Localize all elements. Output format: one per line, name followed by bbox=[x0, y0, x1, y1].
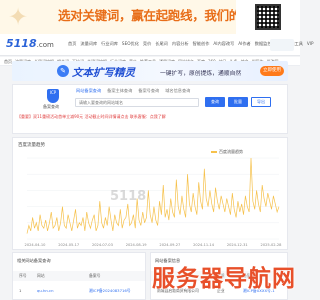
x-tick-label: 2024-11-14 bbox=[193, 243, 215, 247]
site-header: 5118.com 首页 流量词库 行业词库 SEO优化 竞价 长尾词 内容分析 智能创作 AI内… bbox=[0, 34, 314, 56]
chart-watermark: 5118 bbox=[110, 189, 147, 204]
search-card: ICP 备案查询 网站备案查询备案主体查询备案号查询域名信息查询 查询 批量 导… bbox=[12, 84, 288, 134]
site-watermark: 服务器导航网 bbox=[130, 259, 300, 300]
col-header: 网站 bbox=[37, 273, 45, 278]
promo-banner[interactable]: ✎ 文本扩写精灵 一键扩写，原创提炼，通顺自然 立即使用 bbox=[12, 61, 288, 81]
top-nav-item[interactable]: AI内容改写 bbox=[213, 41, 234, 47]
icp-caption: 备案查询 bbox=[43, 104, 59, 109]
top-nav-item[interactable]: 流量词库 bbox=[80, 41, 97, 47]
domain-search-input[interactable] bbox=[75, 98, 199, 107]
top-nav-item[interactable]: 长尾词 bbox=[155, 41, 168, 47]
search-tab[interactable]: 备案号查询 bbox=[138, 88, 159, 94]
top-nav-item[interactable]: 首页 bbox=[68, 41, 76, 47]
site-logo[interactable]: 5118.com bbox=[6, 37, 54, 50]
query-button[interactable]: 查询 bbox=[205, 97, 225, 107]
legend-label: 百度流量趋势 bbox=[219, 149, 243, 154]
search-tabs: 网站备案查询 备案主体查询 备案号查询 域名信息查询 bbox=[76, 88, 190, 94]
related-sites-title: 相关网站备案查询 bbox=[17, 258, 51, 263]
table-row[interactable]: 1 qu.hn.cn 湘ICP备2024083716号 bbox=[13, 286, 145, 296]
related-sites-card: 相关网站备案查询 序号 网站 备案号 1 qu.hn.cn 湘ICP备20240… bbox=[12, 252, 146, 300]
top-nav-item[interactable]: VIP bbox=[307, 41, 314, 47]
top-nav-item[interactable]: 行业词库 bbox=[101, 41, 118, 47]
traffic-chart-card: 2024-04-10 2024-05-17 2024-07-03 2024-08-19… bbox=[12, 137, 288, 250]
top-nav-item[interactable]: 数据监控 bbox=[255, 41, 272, 47]
top-nav-item[interactable]: 内容分析 bbox=[172, 41, 189, 47]
x-tick-label: 2024-04-10 bbox=[25, 243, 47, 247]
top-nav-item[interactable]: 竞价 bbox=[143, 41, 151, 47]
x-tick-label: 2024-08-19 bbox=[126, 243, 148, 247]
x-tick-label: 2024-07-03 bbox=[92, 243, 113, 247]
x-tick-label: 2024-05-17 bbox=[58, 243, 79, 247]
watermark-text: 服务器导航网 bbox=[152, 266, 296, 292]
qr-code-icon bbox=[255, 4, 281, 30]
export-button[interactable]: 导出 bbox=[251, 97, 271, 107]
tool-nav-item[interactable]: 首页 bbox=[4, 59, 12, 65]
user-avatar[interactable] bbox=[270, 39, 294, 51]
table-header: 序号 网站 备案号 bbox=[13, 271, 145, 281]
table-cell: 1 bbox=[19, 288, 22, 293]
top-nav-item[interactable]: AI作者 bbox=[238, 41, 250, 47]
col-header: 序号 bbox=[19, 273, 27, 278]
icp-badge-icon: ICP bbox=[47, 89, 59, 103]
batch-button[interactable]: 批量 bbox=[228, 97, 248, 107]
x-tick-label: 2024-09-27 bbox=[159, 243, 180, 247]
table-cell[interactable]: 湘ICP备2024083716号 bbox=[89, 286, 131, 296]
promo-subtitle: 一键扩写，原创提炼，通顺自然 bbox=[160, 71, 242, 77]
series-line[interactable] bbox=[26, 157, 280, 234]
site-link[interactable]: qu.hn.cn bbox=[37, 286, 54, 296]
promo-notice[interactable]: 【重要】双11重磅活动首单立减90元 活动截止时间详情请点击 联系客服：点我了解 bbox=[17, 114, 166, 120]
banner-qr-area[interactable] bbox=[236, 0, 300, 34]
top-nav-item[interactable]: SEO优化 bbox=[122, 41, 139, 47]
search-tab[interactable]: 域名信息查询 bbox=[165, 88, 190, 94]
traffic-chart: 2024-04-10 2024-05-17 2024-07-03 2024-08-19… bbox=[25, 157, 283, 247]
top-banner[interactable]: ✦ 选对关键词，赢在起跑线，我们的工具助你轻松实现! bbox=[0, 0, 300, 34]
promo-title: 文本扩写精灵 bbox=[72, 67, 135, 79]
x-tick-label: 2024-12-31 bbox=[227, 243, 248, 247]
banner-decoration-icon: ✦ bbox=[8, 3, 29, 31]
search-tab[interactable]: 网站备案查询 bbox=[76, 88, 101, 94]
top-nav-item[interactable]: 智能创作 bbox=[193, 41, 210, 47]
col-header: 备案号 bbox=[89, 273, 101, 278]
x-tick-label: 2025-02-28 bbox=[261, 243, 283, 247]
promo-use-button[interactable]: 立即使用 bbox=[260, 66, 284, 76]
writing-icon: ✎ bbox=[57, 65, 69, 77]
chart-legend[interactable]: 百度流量趋势 bbox=[211, 149, 243, 155]
search-tab[interactable]: 备案主体查询 bbox=[107, 88, 132, 94]
chart-title: 百度流量趋势 bbox=[18, 143, 45, 148]
legend-swatch bbox=[211, 151, 217, 153]
